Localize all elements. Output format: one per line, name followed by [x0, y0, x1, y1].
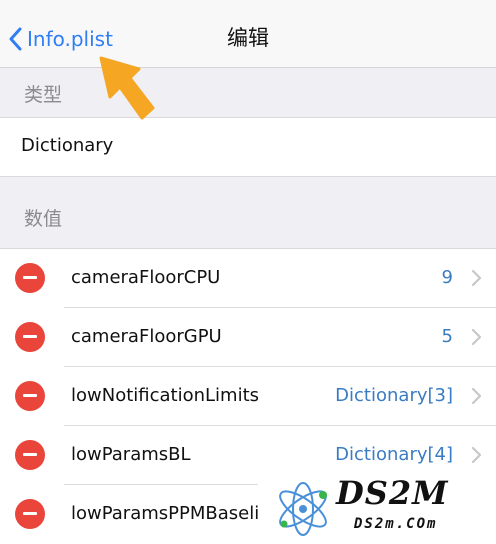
item-value: Dictionary[3] — [335, 385, 453, 406]
item-key: lowNotificationLimits — [71, 385, 260, 406]
chevron-right-icon — [471, 446, 482, 464]
item-value: Dictionary[4] — [335, 444, 453, 465]
atom-logo-icon — [279, 482, 327, 536]
delete-minus-icon[interactable] — [15, 263, 45, 293]
chevron-right-icon — [471, 387, 482, 405]
chevron-right-icon — [471, 328, 482, 346]
list-item[interactable]: cameraFloorGPU 5 — [0, 308, 496, 367]
item-key: lowParamsPPMBaseli — [71, 503, 260, 524]
list-item[interactable]: lowNotificationLimits Dictionary[3] — [0, 367, 496, 426]
type-section-header-label: 类型 — [24, 84, 63, 106]
watermark-brand: DS2M — [336, 474, 449, 512]
chevron-left-icon — [9, 27, 22, 51]
delete-minus-icon[interactable] — [15, 322, 45, 352]
delete-minus-icon[interactable] — [15, 381, 45, 411]
list-item[interactable]: cameraFloorCPU 9 — [0, 249, 496, 308]
navigation-bar: Info.plist 编辑 — [0, 0, 496, 68]
pointer-arrow-icon — [99, 56, 155, 120]
chevron-right-icon — [471, 269, 482, 287]
item-key: cameraFloorGPU — [71, 326, 222, 347]
value-section-header-label: 数值 — [24, 208, 63, 230]
item-key: cameraFloorCPU — [71, 267, 221, 288]
item-value: 5 — [441, 326, 453, 347]
watermark: DS2M DS2m.COm — [258, 472, 496, 544]
delete-minus-icon[interactable] — [15, 499, 45, 529]
item-key: lowParamsBL — [71, 444, 191, 465]
type-row[interactable]: Dictionary — [0, 117, 496, 177]
type-value: Dictionary — [21, 135, 114, 156]
value-section-header: 数值 — [0, 204, 496, 240]
delete-minus-icon[interactable] — [15, 440, 45, 470]
back-button-label: Info.plist — [27, 27, 113, 51]
back-button[interactable]: Info.plist — [8, 22, 113, 56]
type-section-header: 类型 — [0, 80, 496, 116]
watermark-domain: DS2m.COm — [354, 516, 438, 532]
item-value: 9 — [441, 267, 453, 288]
